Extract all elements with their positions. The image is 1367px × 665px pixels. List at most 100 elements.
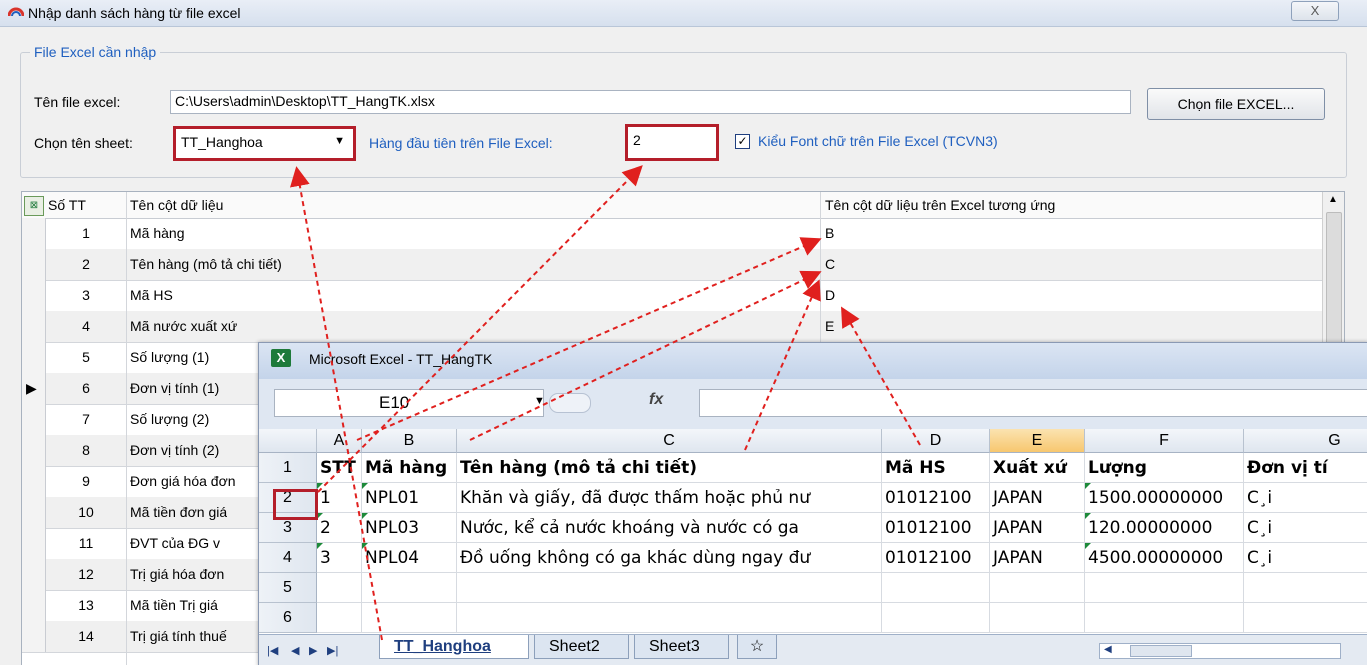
excel-column-cell[interactable]: B — [825, 225, 834, 241]
row-indicator[interactable] — [22, 590, 46, 621]
close-button[interactable]: X — [1291, 1, 1339, 21]
font-tcvn3-checkbox[interactable]: ✓ — [735, 134, 750, 149]
sheet-cell[interactable] — [317, 573, 362, 603]
grid-row[interactable]: 2 Tên hàng (mô tả chi tiết) C — [22, 249, 1322, 281]
sheet-cell[interactable]: 2 — [317, 513, 362, 543]
sheet-cell[interactable]: Mã hàng — [362, 453, 457, 483]
fx-icon[interactable]: fx — [649, 391, 663, 409]
h-scroll-thumb[interactable] — [1130, 645, 1192, 657]
sheet-cell[interactable]: C¸i — [1244, 543, 1367, 573]
sheet-cell[interactable]: Đồ uống không có ga khác dùng ngay đư — [457, 543, 882, 573]
row-indicator[interactable] — [22, 528, 46, 559]
row-indicator[interactable] — [22, 280, 46, 311]
column-header[interactable]: F — [1085, 429, 1244, 453]
sheet-cell[interactable]: 4500.00000000 — [1085, 543, 1244, 573]
sheet-cell[interactable] — [317, 603, 362, 633]
sheet-cell[interactable]: C¸i — [1244, 513, 1367, 543]
row-header[interactable]: 6 — [259, 603, 317, 633]
sheet-cell[interactable]: Tên hàng (mô tả chi tiết) — [457, 453, 882, 483]
sheet-cell[interactable] — [457, 573, 882, 603]
sheet-cell[interactable]: Xuất xứ — [990, 453, 1085, 483]
sheet-cell[interactable]: Đơn vị tí — [1244, 453, 1367, 483]
last-sheet-icon[interactable]: ▶| — [327, 644, 338, 657]
column-header[interactable]: D — [882, 429, 990, 453]
chevron-down-icon[interactable]: ▼ — [534, 395, 545, 407]
sheet-select[interactable]: TT_Hanghoa ▼ — [173, 126, 356, 161]
sheet-cell[interactable] — [882, 603, 990, 633]
name-box[interactable]: E10 — [274, 389, 544, 417]
column-header[interactable]: E — [990, 429, 1085, 453]
column-header[interactable]: C — [457, 429, 882, 453]
sheet-cell[interactable] — [882, 573, 990, 603]
insert-sheet-icon[interactable]: ☆ — [737, 635, 777, 659]
sheet-tab[interactable]: Sheet2 — [534, 635, 629, 659]
sheet-cell[interactable]: JAPAN — [990, 483, 1085, 513]
sheet-cell[interactable]: C¸i — [1244, 483, 1367, 513]
row-indicator[interactable] — [22, 218, 46, 249]
sheet-cell[interactable]: NPL03 — [362, 513, 457, 543]
row-indicator[interactable] — [22, 466, 46, 497]
excel-column-cell[interactable]: E — [825, 318, 834, 334]
sheet-cell[interactable]: JAPAN — [990, 543, 1085, 573]
sheet-cell[interactable]: NPL01 — [362, 483, 457, 513]
row-header[interactable]: 5 — [259, 573, 317, 603]
next-sheet-icon[interactable]: ▶ — [309, 644, 317, 657]
row-header[interactable]: 1 — [259, 453, 317, 483]
sheet-cell[interactable]: Nước, kể cả nước khoáng và nước có ga — [457, 513, 882, 543]
grid-row[interactable]: 3 Mã HS D — [22, 280, 1322, 312]
sheet-cell[interactable]: STT — [317, 453, 362, 483]
scroll-up-icon[interactable]: ▲ — [1328, 194, 1338, 205]
sheet-cell[interactable] — [990, 603, 1085, 633]
prev-sheet-icon[interactable]: ◀ — [291, 644, 299, 657]
sheet-cell[interactable]: JAPAN — [990, 513, 1085, 543]
excel-column-cell[interactable]: D — [825, 287, 835, 303]
sheet-cell[interactable]: 01012100 — [882, 513, 990, 543]
sheet-tab[interactable]: Sheet3 — [634, 635, 729, 659]
row-indicator[interactable] — [22, 311, 46, 342]
sheet-cell[interactable]: 1500.00000000 — [1085, 483, 1244, 513]
sheet-tab[interactable]: TT_Hanghoa — [379, 635, 529, 659]
formula-input[interactable] — [699, 389, 1367, 417]
row-header[interactable]: 4 — [259, 543, 317, 573]
sheet-cell[interactable]: NPL04 — [362, 543, 457, 573]
first-sheet-icon[interactable]: |◀ — [267, 644, 278, 657]
row-indicator[interactable]: ▶ — [22, 373, 46, 404]
sheet-cell[interactable] — [1085, 573, 1244, 603]
sheet-cell[interactable]: 01012100 — [882, 483, 990, 513]
file-path-input[interactable]: C:\Users\admin\Desktop\TT_HangTK.xlsx — [170, 90, 1131, 114]
sheet-cell[interactable]: 120.00000000 — [1085, 513, 1244, 543]
row-indicator[interactable] — [22, 342, 46, 373]
sheet-cell[interactable] — [1244, 573, 1367, 603]
column-header[interactable]: A — [317, 429, 362, 453]
sheet-cell[interactable] — [362, 603, 457, 633]
scroll-left-icon[interactable]: ◀ — [1104, 644, 1112, 655]
excel-title-bar: X Microsoft Excel - TT_HangTK — [259, 343, 1367, 379]
row-indicator[interactable] — [22, 404, 46, 435]
grid-row[interactable]: 1 Mã hàng B — [22, 218, 1322, 250]
grid-row[interactable]: 4 Mã nước xuất xứ E — [22, 311, 1322, 343]
row-indicator[interactable] — [22, 621, 46, 652]
select-all-corner[interactable] — [259, 429, 317, 453]
sheet-cell[interactable] — [990, 573, 1085, 603]
sheet-cell[interactable]: 01012100 — [882, 543, 990, 573]
sheet-cell[interactable]: Mã HS — [882, 453, 990, 483]
sheet-cell[interactable]: Lượng — [1085, 453, 1244, 483]
row-indicator[interactable] — [22, 497, 46, 528]
sheet-cell[interactable] — [457, 603, 882, 633]
sheet-cell[interactable] — [362, 573, 457, 603]
sheet-cell[interactable] — [1244, 603, 1367, 633]
horizontal-scrollbar[interactable]: ◀ — [1099, 643, 1341, 659]
sheet-cell[interactable]: 3 — [317, 543, 362, 573]
first-row-input[interactable]: 2 — [625, 124, 719, 161]
row-indicator[interactable] — [22, 435, 46, 466]
sheet-cell[interactable]: Khăn và giấy, đã được thấm hoặc phủ nư — [457, 483, 882, 513]
cell-value: 3 — [320, 548, 331, 568]
sheet-cell[interactable]: 1 — [317, 483, 362, 513]
sheet-cell[interactable] — [1085, 603, 1244, 633]
column-header[interactable]: B — [362, 429, 457, 453]
choose-file-button[interactable]: Chọn file EXCEL... — [1147, 88, 1325, 120]
row-indicator[interactable] — [22, 559, 46, 590]
row-indicator[interactable] — [22, 249, 46, 280]
excel-column-cell[interactable]: C — [825, 256, 835, 272]
column-header[interactable]: G — [1244, 429, 1367, 453]
